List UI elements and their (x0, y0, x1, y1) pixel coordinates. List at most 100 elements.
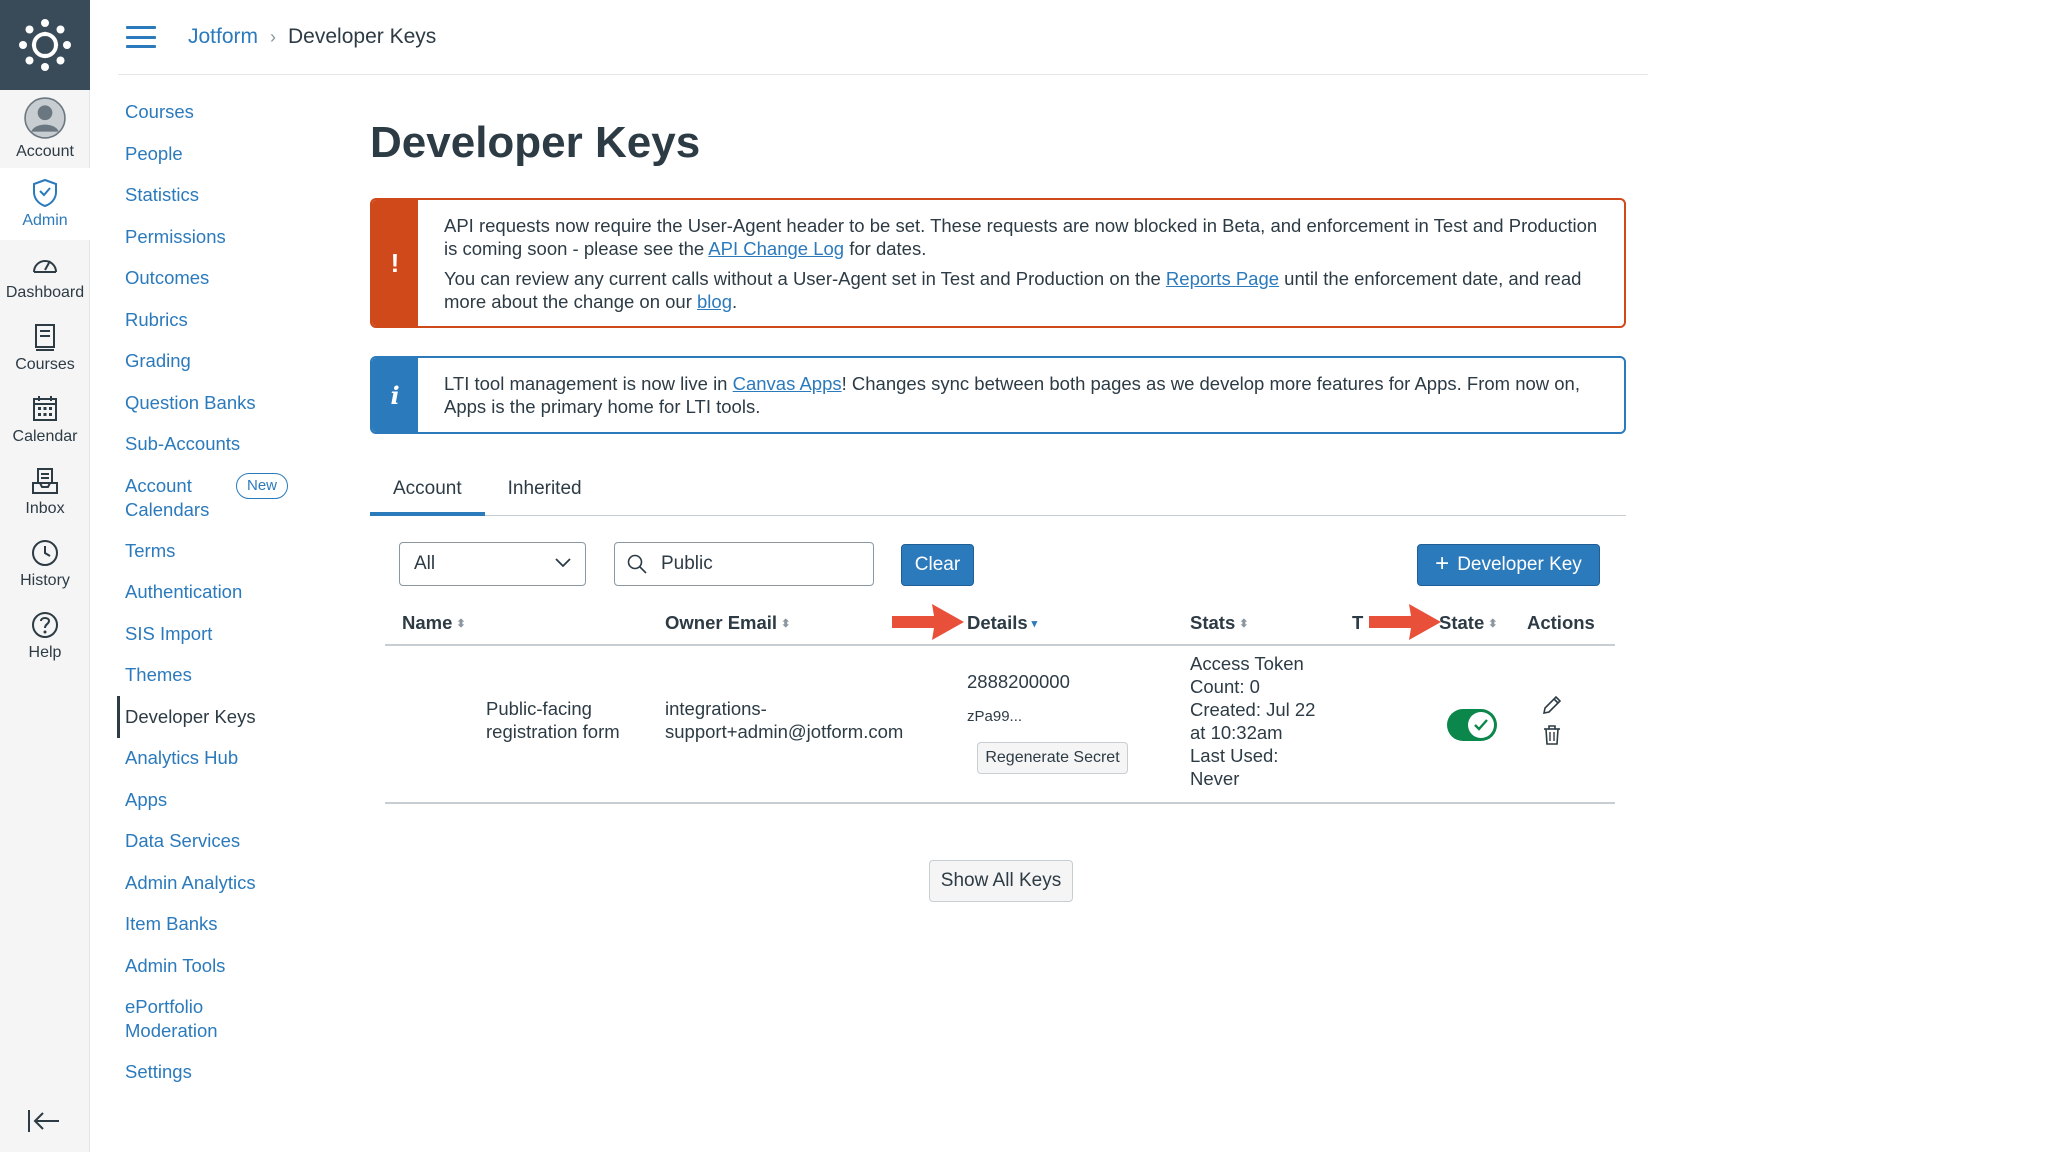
key-type-select[interactable]: All (399, 542, 586, 586)
speedometer-icon (33, 260, 57, 273)
alert-text: for dates. (844, 238, 927, 259)
column-header-state[interactable]: State ⬍ (1439, 612, 1498, 634)
tab-inherited[interactable]: Inherited (485, 468, 605, 516)
stats-line: Created: Jul 22 (1190, 699, 1316, 720)
book-icon (35, 324, 55, 351)
toggle-knob (1468, 712, 1494, 738)
column-header-owner-email[interactable]: Owner Email ⬍ (665, 612, 791, 634)
global-nav-calendar[interactable]: Calendar (0, 384, 90, 456)
column-header-stats[interactable]: Stats ⬍ (1190, 612, 1249, 634)
global-nav-dashboard[interactable]: Dashboard (0, 240, 90, 312)
sub-nav-data-services[interactable]: Data Services (118, 829, 318, 853)
global-nav-history[interactable]: History (0, 528, 90, 600)
global-nav-label: Inbox (25, 500, 65, 517)
sub-nav-sis-import[interactable]: SIS Import (118, 622, 318, 646)
column-header-label: State (1439, 612, 1485, 633)
global-nav-inbox[interactable]: Inbox (0, 456, 90, 528)
blog-link[interactable]: blog (697, 291, 732, 312)
clear-button[interactable]: Clear (901, 544, 974, 586)
stats-line: Never (1190, 768, 1240, 789)
collapse-nav-icon[interactable] (27, 1108, 61, 1134)
alert-body: API requests now require the User-Agent … (418, 200, 1624, 326)
breadcrumb-current: Developer Keys (288, 25, 437, 48)
sub-nav-outcomes[interactable]: Outcomes (118, 266, 318, 290)
sub-nav-label: Account Calendars (125, 474, 210, 520)
sub-nav-terms[interactable]: Terms (118, 539, 318, 563)
canvas-logo[interactable] (0, 0, 90, 90)
sub-nav-item-banks[interactable]: Item Banks (118, 912, 318, 936)
sub-nav-settings[interactable]: Settings (118, 1060, 318, 1084)
global-nav: Account Admin Dashboard Courses Calendar… (0, 0, 90, 1152)
global-nav-admin[interactable]: Admin (0, 168, 90, 240)
sub-nav-admin-analytics[interactable]: Admin Analytics (118, 871, 318, 895)
tab-account[interactable]: Account (370, 468, 485, 516)
api-change-log-link[interactable]: API Change Log (708, 238, 844, 259)
edit-pencil-icon[interactable] (1541, 694, 1563, 716)
owner-email-line: integrations- (665, 698, 767, 719)
search-field[interactable] (614, 542, 874, 586)
search-icon (627, 554, 647, 574)
account-sub-nav: Courses People Statistics Permissions Ou… (117, 100, 318, 1102)
show-all-keys-button[interactable]: Show All Keys (929, 860, 1073, 902)
key-secret: zPa99... (967, 708, 1023, 725)
sub-nav-courses[interactable]: Courses (118, 100, 318, 124)
global-nav-help[interactable]: Help (0, 600, 90, 672)
checkmark-icon (1474, 719, 1488, 731)
global-nav-label: Courses (15, 356, 75, 373)
column-header-name[interactable]: Name ⬍ (402, 612, 466, 634)
alert-text: LTI tool management is now live in (444, 373, 733, 394)
breadcrumb-separator: › (270, 26, 277, 47)
sub-nav-eportfolio-moderation[interactable]: ePortfolio Moderation (118, 995, 228, 1043)
sub-nav-themes[interactable]: Themes (118, 663, 318, 687)
sub-nav-authentication[interactable]: Authentication (118, 580, 318, 604)
regenerate-secret-button[interactable]: Regenerate Secret (977, 742, 1128, 774)
search-input[interactable] (661, 543, 861, 585)
new-badge: New (236, 472, 289, 499)
global-nav-label: Calendar (12, 428, 78, 445)
sub-nav-apps[interactable]: Apps (118, 788, 318, 812)
sort-icon: ⬍ (456, 618, 466, 631)
global-nav-courses[interactable]: Courses (0, 312, 90, 384)
sub-nav-analytics-hub[interactable]: Analytics Hub (118, 746, 318, 770)
sub-nav-statistics[interactable]: Statistics (118, 183, 318, 207)
sub-nav-admin-tools[interactable]: Admin Tools (118, 954, 318, 978)
column-header-type[interactable]: T (1352, 612, 1363, 634)
global-nav-label: Admin (22, 212, 68, 229)
sub-nav-developer-keys[interactable]: Developer Keys (117, 695, 318, 738)
column-header-label: Owner Email (665, 612, 778, 633)
sub-nav-account-calendars[interactable]: Account Calendars New (118, 472, 289, 522)
delete-trash-icon[interactable] (1541, 724, 1563, 746)
sub-nav-people[interactable]: People (118, 142, 318, 166)
column-header-details[interactable]: Details ▾ (967, 612, 1040, 634)
stats-cell: Access Token Count: 0 Created: Jul 22 at… (1190, 652, 1315, 790)
key-name-line: registration form (486, 721, 620, 742)
info-icon: i (372, 358, 418, 432)
sub-nav-question-banks[interactable]: Question Banks (118, 391, 318, 415)
annotation-arrow-icon (1369, 604, 1441, 640)
canvas-apps-link[interactable]: Canvas Apps (733, 373, 842, 394)
sub-nav-sub-accounts[interactable]: Sub-Accounts (118, 432, 318, 456)
key-name-cell: Public-facing registration form (486, 697, 620, 743)
sort-icon: ⬍ (1239, 618, 1249, 631)
column-header-actions: Actions (1527, 612, 1595, 633)
sub-nav-grading[interactable]: Grading (118, 349, 318, 373)
hamburger-menu-icon[interactable] (126, 26, 156, 48)
alert-body: LTI tool management is now live in Canva… (418, 358, 1624, 432)
select-value: All (414, 553, 436, 574)
sort-icon: ⬍ (1488, 618, 1498, 631)
alert-text: . (732, 291, 738, 312)
plus-icon: + (1435, 550, 1450, 577)
key-state-toggle[interactable] (1447, 709, 1497, 741)
add-developer-key-button[interactable]: + Developer Key (1417, 544, 1600, 586)
sub-nav-rubrics[interactable]: Rubrics (118, 308, 318, 332)
sub-nav-permissions[interactable]: Permissions (118, 225, 318, 249)
sort-icon: ⬍ (781, 618, 791, 631)
alert-paragraph: API requests now require the User-Agent … (444, 214, 1600, 260)
global-nav-label: History (20, 572, 70, 589)
reports-page-link[interactable]: Reports Page (1166, 268, 1279, 289)
owner-email-line: support+admin@jotform.com (665, 721, 904, 742)
column-header-label: Details (967, 612, 1028, 633)
breadcrumb-root-link[interactable]: Jotform (188, 25, 258, 49)
row-divider (385, 802, 1615, 804)
global-nav-account[interactable]: Account (0, 90, 90, 168)
